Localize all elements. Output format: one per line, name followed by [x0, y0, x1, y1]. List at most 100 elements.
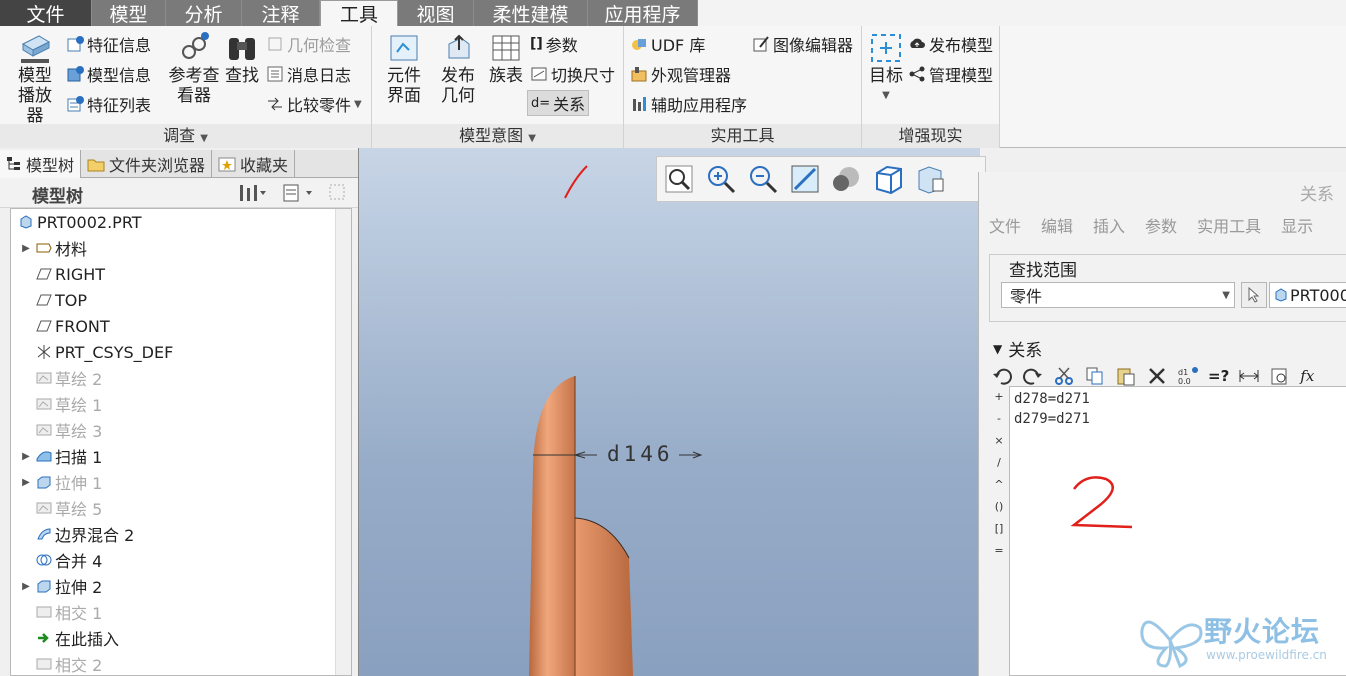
- refit-icon[interactable]: [663, 163, 695, 195]
- expand-arrow-icon[interactable]: ▶: [19, 581, 33, 592]
- tree-item[interactable]: 相交 2: [19, 651, 102, 675]
- evaluate-icon[interactable]: =?: [1208, 367, 1229, 385]
- group-title-model-intent[interactable]: 模型意图 ▼: [372, 124, 623, 148]
- operator-button[interactable]: =: [989, 540, 1009, 562]
- tree-item[interactable]: 相交 1: [19, 599, 102, 625]
- tree-filter-icon[interactable]: [328, 183, 348, 203]
- repaint-icon[interactable]: [789, 163, 821, 195]
- tree-root-item[interactable]: PRT0002.PRT: [15, 209, 142, 235]
- model-info-button[interactable]: 模型信息: [66, 62, 151, 86]
- tree-item[interactable]: RIGHT: [19, 261, 105, 287]
- tree-item[interactable]: 边界混合 2: [19, 521, 134, 547]
- tab-model[interactable]: 模型: [92, 0, 166, 26]
- menu-insert[interactable]: 插入: [1093, 213, 1125, 237]
- tree-settings-icon[interactable]: [238, 183, 268, 203]
- graphics-viewport[interactable]: d146: [358, 148, 980, 676]
- publish-model-button[interactable]: 发布模型: [908, 32, 993, 56]
- zoom-out-icon[interactable]: [747, 163, 779, 195]
- tree-item[interactable]: ▶ 拉伸 2: [19, 573, 102, 599]
- tree-item[interactable]: PRT_CSYS_DEF: [19, 339, 173, 365]
- zoom-in-icon[interactable]: [705, 163, 737, 195]
- operator-button[interactable]: /: [989, 452, 1009, 474]
- tree-item[interactable]: 草绘 3: [19, 417, 102, 443]
- insert-function-icon[interactable]: fx: [1300, 367, 1314, 385]
- menu-parameters[interactable]: 参数: [1145, 213, 1177, 237]
- tree-item[interactable]: 在此插入: [19, 625, 119, 651]
- tab-model-tree[interactable]: 模型树: [0, 150, 82, 178]
- verify-icon[interactable]: [1269, 366, 1291, 386]
- tab-analysis[interactable]: 分析: [166, 0, 242, 26]
- tab-annotate[interactable]: 注释: [242, 0, 320, 26]
- insert-dimension-icon[interactable]: [1238, 366, 1260, 386]
- tree-item[interactable]: ▶ 拉伸 1: [19, 469, 102, 495]
- tab-tools[interactable]: 工具: [320, 0, 398, 26]
- dimension-label[interactable]: d146: [607, 442, 674, 466]
- expand-arrow-icon[interactable]: ▶: [19, 477, 33, 488]
- display-style-icon[interactable]: [831, 163, 863, 195]
- message-log-button[interactable]: 消息日志: [266, 62, 351, 86]
- undo-icon[interactable]: [991, 366, 1013, 386]
- expand-arrow-icon[interactable]: ▶: [19, 243, 33, 254]
- expand-arrow-icon[interactable]: ▶: [19, 451, 33, 462]
- relation-line[interactable]: d278=d271: [1014, 391, 1090, 407]
- reference-viewer-button[interactable]: 参考查看器: [164, 32, 224, 106]
- manage-model-button[interactable]: 管理模型: [908, 62, 993, 86]
- udf-library-button[interactable]: UDF 库: [630, 32, 705, 56]
- tab-folder-browser[interactable]: 文件夹浏览器: [81, 150, 213, 178]
- sort-relations-icon[interactable]: d1 0.0: [1177, 366, 1199, 386]
- tree-item[interactable]: 合并 4: [19, 547, 102, 573]
- tab-favorites[interactable]: 收藏夹: [212, 150, 296, 178]
- publish-geometry-button[interactable]: 发布几何: [432, 32, 484, 106]
- operator-button[interactable]: +: [989, 386, 1009, 408]
- tree-item[interactable]: FRONT: [19, 313, 110, 339]
- tree-item[interactable]: 草绘 2: [19, 365, 102, 391]
- operator-button[interactable]: ×: [989, 430, 1009, 452]
- auxiliary-applications-button[interactable]: 辅助应用程序: [630, 92, 747, 116]
- look-in-select[interactable]: 零件 ▼: [1001, 282, 1235, 308]
- geometry-check-button[interactable]: 几何检查: [266, 32, 351, 56]
- relations-section-header[interactable]: ▼ 关系: [993, 336, 1042, 361]
- saved-views-icon[interactable]: [873, 163, 905, 195]
- tree-item[interactable]: 草绘 5: [19, 495, 102, 521]
- tree-item[interactable]: TOP: [19, 287, 87, 313]
- menu-show[interactable]: 显示: [1281, 213, 1313, 237]
- target-button[interactable]: 目标 ▼: [866, 32, 906, 106]
- find-button[interactable]: 查找: [224, 32, 260, 86]
- tab-view[interactable]: 视图: [398, 0, 474, 26]
- tree-item[interactable]: ▶ 材料: [19, 235, 87, 261]
- relations-button[interactable]: d= 关系: [527, 90, 590, 116]
- relation-line[interactable]: d279=d271: [1014, 411, 1090, 427]
- family-table-button[interactable]: 族表: [486, 32, 526, 86]
- tab-file[interactable]: 文件: [0, 0, 92, 26]
- copy-icon[interactable]: [1084, 366, 1106, 386]
- tree-item[interactable]: 草绘 1: [19, 391, 102, 417]
- tree-item[interactable]: ▶ 扫描 1: [19, 443, 102, 469]
- paste-icon[interactable]: [1115, 366, 1137, 386]
- select-model-button[interactable]: [1241, 282, 1267, 308]
- feature-list-button[interactable]: 特征列表: [66, 92, 151, 116]
- image-editor-button[interactable]: 图像编辑器: [752, 32, 853, 56]
- parameters-button[interactable]: [] 参数: [530, 32, 578, 56]
- compare-part-button[interactable]: 比较零件 ▼: [266, 92, 362, 116]
- operator-button[interactable]: (): [989, 496, 1009, 518]
- switch-dimensions-button[interactable]: 切换尺寸: [530, 62, 615, 86]
- component-interface-button[interactable]: 元件界面: [376, 32, 432, 106]
- model-player-button[interactable]: 模型播放器: [6, 32, 64, 126]
- feature-info-button[interactable]: 特征信息: [66, 32, 151, 56]
- menu-utilities[interactable]: 实用工具: [1197, 213, 1261, 237]
- operator-button[interactable]: ^: [989, 474, 1009, 496]
- operator-button[interactable]: []: [989, 518, 1009, 540]
- menu-edit[interactable]: 编辑: [1041, 213, 1073, 237]
- tab-flexible-modeling[interactable]: 柔性建模: [474, 0, 588, 26]
- appearance-manager-button[interactable]: 外观管理器: [630, 62, 731, 86]
- cut-icon[interactable]: [1053, 366, 1075, 386]
- tree-scrollbar[interactable]: [335, 209, 351, 675]
- group-title-investigate[interactable]: 调查 ▼: [0, 124, 371, 148]
- model-name-field[interactable]: PRT000: [1269, 282, 1346, 308]
- menu-file[interactable]: 文件: [989, 213, 1021, 237]
- operator-button[interactable]: -: [989, 408, 1009, 430]
- redo-icon[interactable]: [1022, 366, 1044, 386]
- tree-columns-icon[interactable]: [282, 183, 316, 203]
- view-manager-icon[interactable]: [915, 163, 947, 195]
- tab-applications[interactable]: 应用程序: [588, 0, 698, 26]
